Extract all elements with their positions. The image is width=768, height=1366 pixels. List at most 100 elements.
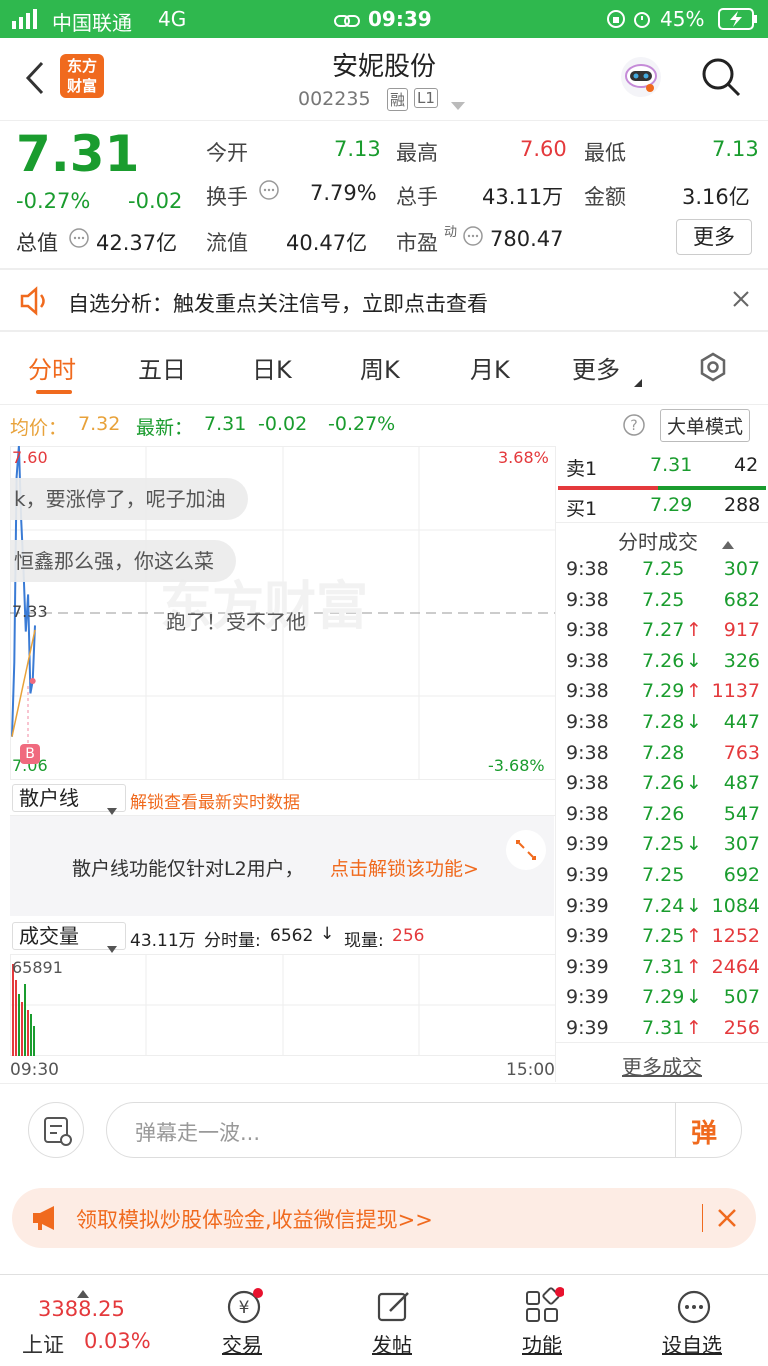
turnover-info-icon[interactable] bbox=[258, 179, 280, 205]
volume-select[interactable]: 成交量 bbox=[12, 922, 126, 953]
low-label: 最低 bbox=[584, 141, 626, 165]
trade-price: 7.28 bbox=[642, 711, 685, 733]
trade-row: 9:39 7.25 ↓ 307 bbox=[556, 831, 768, 861]
index-ticker[interactable]: 3388.25 上证 0.03% bbox=[0, 1275, 160, 1366]
unlock-link[interactable]: 解锁查看最新实时数据 bbox=[130, 788, 300, 813]
trade-qty: 307 bbox=[723, 833, 760, 856]
trade-qty: 917 bbox=[723, 619, 760, 642]
tab-intraday[interactable]: 分时 bbox=[28, 350, 76, 385]
close-icon[interactable] bbox=[730, 288, 752, 314]
tab-daily-k[interactable]: 日K bbox=[252, 350, 292, 385]
tab-monthly-k[interactable]: 月K bbox=[470, 350, 510, 385]
danmaku-placeholder: 弹幕走一波... bbox=[135, 1121, 261, 1145]
danmaku-settings-icon[interactable] bbox=[28, 1102, 84, 1158]
retail-line-select[interactable]: 散户线 bbox=[12, 784, 126, 815]
retail-unlock-link[interactable]: 点击解锁该功能> bbox=[330, 854, 479, 881]
battery-level: 45% bbox=[660, 7, 705, 31]
time-end: 15:00 bbox=[506, 1060, 555, 1080]
minute-volume: 6562 bbox=[270, 926, 314, 946]
tab-bar: 3388.25 上证 0.03% ¥ 交易 发帖 功能 设自选 bbox=[0, 1275, 768, 1366]
trade-time: 9:38 bbox=[566, 741, 609, 764]
bid-qty: 288 bbox=[724, 494, 761, 516]
trade-price: 7.26 bbox=[642, 649, 685, 672]
volume-total: 43.11万 bbox=[130, 931, 196, 951]
volume-select-label: 成交量 bbox=[19, 924, 79, 948]
info-icon[interactable] bbox=[68, 227, 90, 253]
pe-superscript: 动 bbox=[444, 225, 458, 240]
trade-direction-arrow: ↓ bbox=[686, 894, 702, 917]
top-pct-label: 3.68% bbox=[498, 448, 549, 467]
trade-qty: 256 bbox=[723, 1017, 760, 1039]
trade-price: 7.25 bbox=[642, 588, 685, 611]
chart-info-row: 均价： 7.32 最新： 7.31 -0.02 -0.27% ? 大单模式 bbox=[0, 404, 768, 444]
send-danmaku-button[interactable]: 弹 bbox=[691, 1113, 717, 1150]
tab-post[interactable]: 发帖 bbox=[354, 1283, 430, 1363]
tab-trade[interactable]: ¥ 交易 bbox=[204, 1283, 280, 1363]
tab-more[interactable]: 更多 bbox=[572, 350, 620, 385]
promo-banner[interactable]: 领取模拟炒股体验金,收益微信提现>> bbox=[12, 1188, 756, 1248]
danmaku-input[interactable]: 弹幕走一波... 弹 bbox=[106, 1102, 742, 1158]
trade-time: 9:38 bbox=[566, 802, 609, 825]
alarm-icon bbox=[632, 9, 652, 34]
tab-add-watchlist[interactable]: 设自选 bbox=[654, 1283, 730, 1363]
trade-direction-arrow: ↑ bbox=[686, 1017, 702, 1039]
tab-functions[interactable]: 功能 bbox=[504, 1283, 580, 1363]
retail-line-select-label: 散户线 bbox=[19, 786, 79, 810]
trade-qty: 692 bbox=[723, 864, 760, 886]
trade-row: 9:38 7.28 ↓ 447 bbox=[556, 709, 768, 739]
now-volume-label: 现量: bbox=[344, 931, 384, 951]
down-arrow-icon: ↓ bbox=[320, 924, 335, 944]
divider bbox=[0, 268, 768, 270]
trade-price: 7.27 bbox=[642, 619, 685, 642]
settings-icon[interactable] bbox=[698, 352, 728, 386]
trade-time: 9:38 bbox=[566, 588, 609, 611]
expand-icon[interactable] bbox=[506, 830, 546, 870]
clock: 09:39 bbox=[368, 7, 432, 31]
back-icon[interactable] bbox=[22, 60, 48, 100]
bid-label: 买1 bbox=[566, 498, 598, 520]
trade-qty: 1084 bbox=[711, 894, 760, 917]
last-price: 7.31 bbox=[16, 125, 140, 183]
ask-label: 卖1 bbox=[566, 458, 598, 480]
margin-badge: 融 bbox=[387, 88, 409, 111]
tab-indicator bbox=[36, 390, 72, 394]
trade-time: 9:38 bbox=[566, 558, 609, 580]
price-chart[interactable]: 东方财富 k，要涨停了，呢子加油 恒鑫那么强，你这么菜 跑了！受不了他 7.60… bbox=[10, 446, 556, 780]
more-quote-button[interactable]: 更多 bbox=[676, 219, 752, 255]
trade-time: 9:39 bbox=[566, 894, 609, 917]
collapse-up-icon[interactable] bbox=[722, 534, 734, 553]
more-trades-link[interactable]: 更多成交 bbox=[556, 1042, 768, 1082]
search-icon[interactable] bbox=[700, 56, 742, 102]
retail-lock-panel[interactable]: 散户线功能仅针对L2用户， 点击解锁该功能> bbox=[10, 816, 554, 916]
pe-value: 780.47 bbox=[490, 227, 564, 251]
help-icon[interactable]: ? bbox=[622, 413, 646, 441]
link-icon bbox=[334, 10, 360, 34]
alert-banner[interactable]: 自选分析：触发重点关注信号，立即点击查看 bbox=[0, 272, 768, 328]
buy-marker[interactable]: B bbox=[20, 744, 40, 764]
trade-qty: 326 bbox=[723, 649, 760, 672]
trade-price: 7.25 bbox=[642, 558, 685, 580]
avg-label: 均价： bbox=[10, 417, 68, 439]
tab-weekly-k[interactable]: 周K bbox=[360, 350, 400, 385]
close-icon[interactable] bbox=[716, 1207, 738, 1233]
svg-text:¥: ¥ bbox=[239, 1298, 250, 1318]
dropdown-icon[interactable] bbox=[450, 96, 466, 115]
low-value: 7.13 bbox=[712, 137, 759, 161]
trade-point bbox=[29, 678, 36, 684]
big-order-mode-button[interactable]: 大单模式 bbox=[660, 409, 751, 442]
speaker-icon bbox=[18, 286, 52, 320]
latest-value: 7.31 bbox=[204, 413, 247, 435]
app-logo[interactable]: 东方 财富 bbox=[60, 54, 104, 98]
tab-five-day[interactable]: 五日 bbox=[138, 350, 186, 385]
lock-rotation-icon bbox=[606, 9, 626, 34]
trade-row: 9:39 7.31 ↑ 2464 bbox=[556, 954, 768, 984]
trade-time: 9:39 bbox=[566, 925, 609, 948]
volume-chart[interactable]: 65891 bbox=[10, 954, 556, 1056]
avg-value: 7.32 bbox=[78, 413, 121, 435]
robot-avatar-icon[interactable] bbox=[616, 52, 666, 106]
float-label: 流值 bbox=[206, 231, 248, 255]
trade-time: 9:38 bbox=[566, 711, 609, 733]
trade-qty: 447 bbox=[723, 711, 760, 733]
volume-value: 43.11万 bbox=[482, 185, 564, 209]
pe-info-icon[interactable] bbox=[462, 225, 484, 251]
